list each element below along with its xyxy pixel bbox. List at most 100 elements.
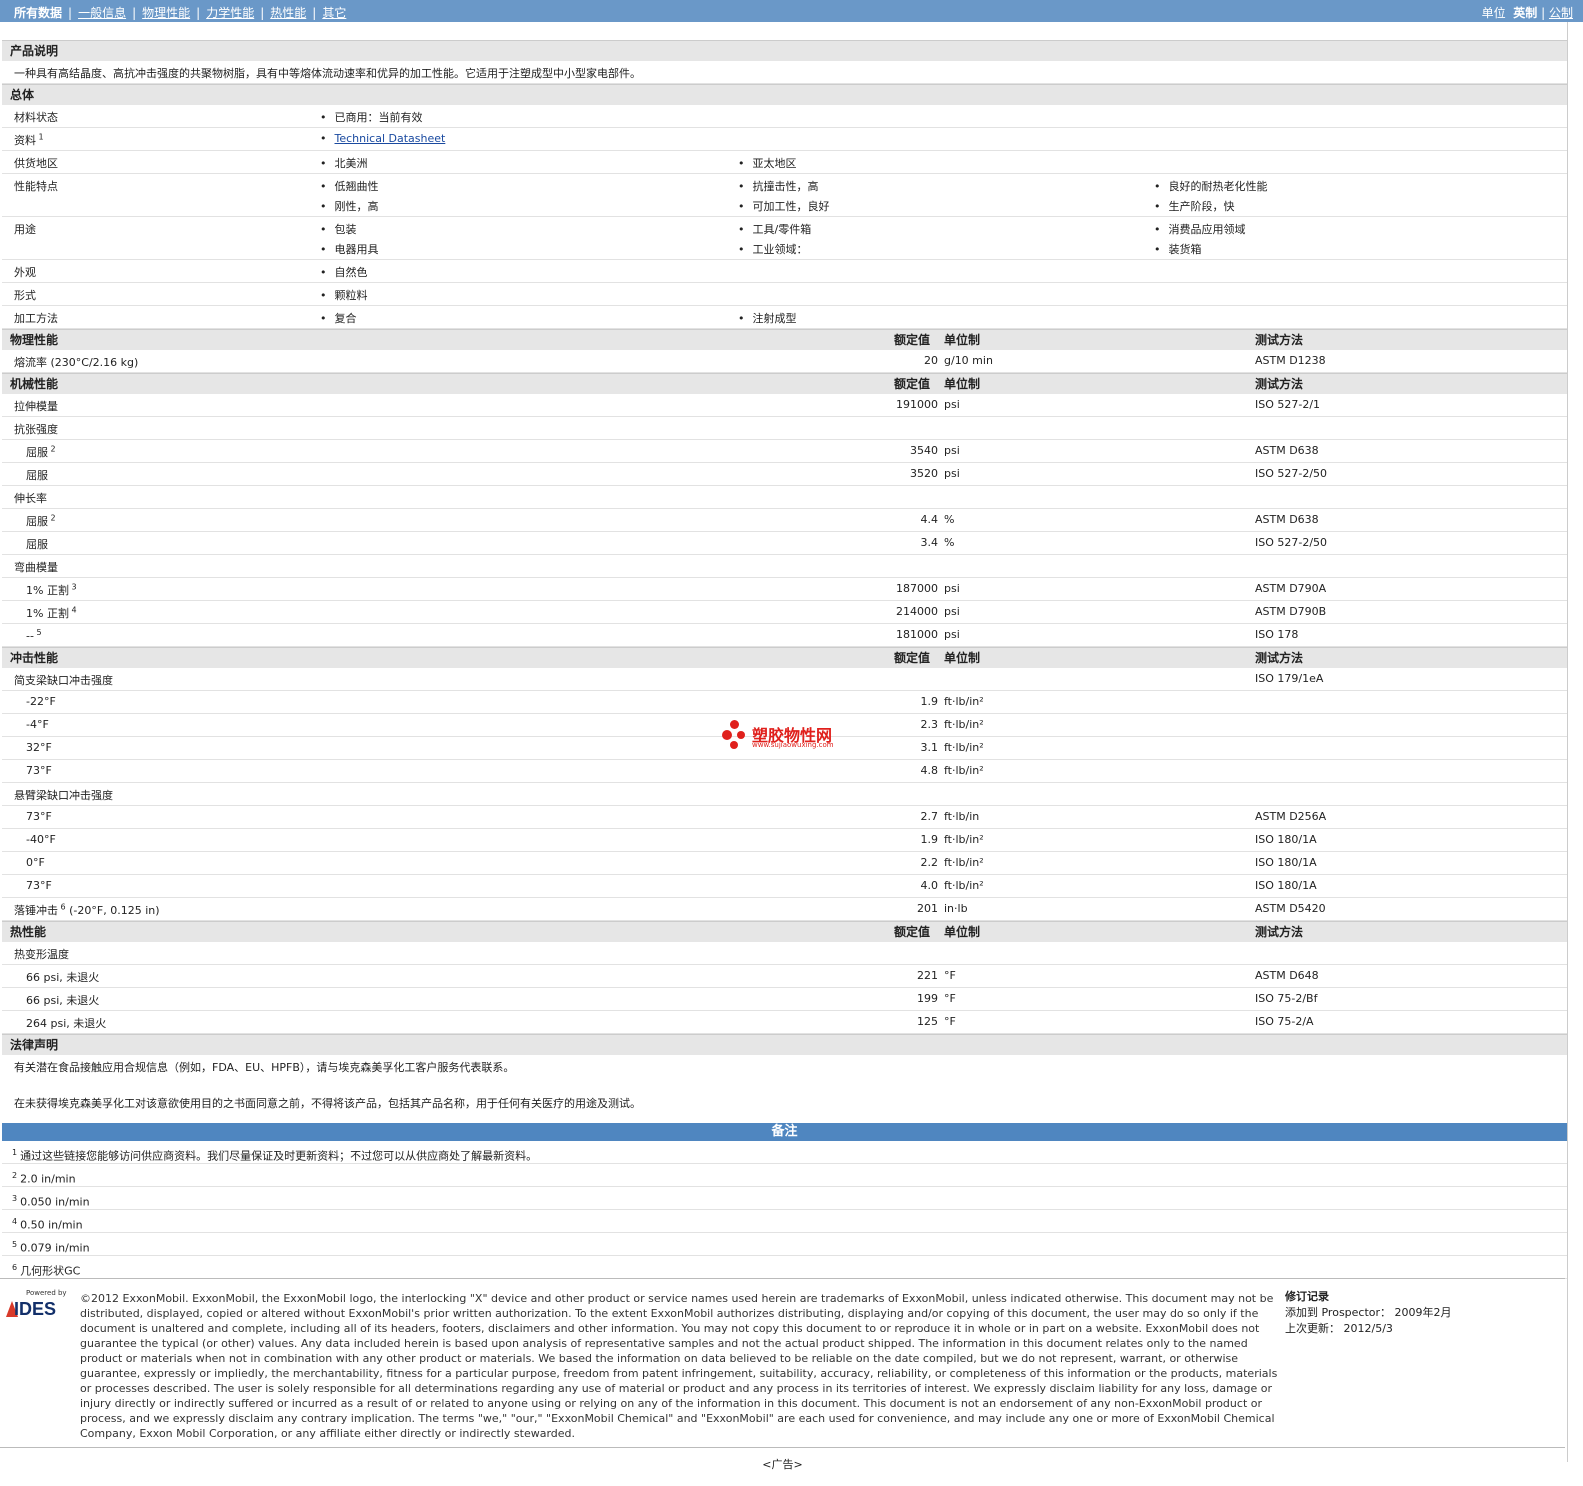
general-row: 资料 1 Technical Datasheet <box>2 128 1567 151</box>
property-label: 热变形温度 <box>14 948 69 961</box>
unit-imperial[interactable]: 英制 <box>1513 6 1537 20</box>
property-row: 0°F 2.2 ft·lb/in² ISO 180/1A <box>2 852 1567 875</box>
section-general-title: 总体 <box>10 88 35 102</box>
top-nav-bar: 所有数据 | 一般信息 | 物理性能 | 力学性能 | 热性能 | 其它 单位 英制 | 公制 <box>0 0 1583 22</box>
header-rated: 额定值 <box>894 333 931 347</box>
test-method: ISO 75-2/Bf <box>1255 992 1318 1005</box>
note-item: 6 几何形状GC <box>2 1256 1567 1279</box>
section-description: 产品说明 <box>2 40 1567 61</box>
nav-thermal[interactable]: 热性能 <box>270 6 306 20</box>
test-method: ISO 180/1A <box>1255 833 1317 846</box>
note-number: 3 <box>12 1194 18 1203</box>
unit-switch: 单位 英制 | 公制 <box>1481 6 1573 20</box>
test-method: ISO 178 <box>1255 628 1299 641</box>
header-method: 测试方法 <box>1255 377 1304 391</box>
nav-mechanical[interactable]: 力学性能 <box>206 6 254 20</box>
section-description-title: 产品说明 <box>10 44 59 58</box>
property-label: -40°F <box>26 833 56 846</box>
revision-history: 修订记录 添加到 Prospector： 2009年2月 上次更新： 2012/… <box>1285 1290 1452 1335</box>
test-method: ISO 180/1A <box>1255 856 1317 869</box>
header-unit: 单位制 <box>944 651 981 665</box>
ad-label: <广告> <box>762 1458 803 1471</box>
property-label: 加工方法 <box>14 312 58 325</box>
unit-value: °F <box>944 1015 956 1028</box>
unit-value: ft·lb/in² <box>944 764 984 777</box>
bullet-item: 电器用具 <box>320 241 379 257</box>
property-row: 简支梁缺口冲击强度 ISO 179/1eA <box>2 668 1567 691</box>
unit-value: psi <box>944 444 960 457</box>
unit-value: ft·lb/in² <box>944 695 984 708</box>
watermark-url: www.sujiaowuxing.com <box>752 741 834 749</box>
nav-all-data[interactable]: 所有数据 <box>14 6 62 20</box>
header-rated: 额定值 <box>894 651 931 665</box>
property-row: 伸长率 <box>2 486 1567 509</box>
bullet-item: 自然色 <box>320 264 368 280</box>
bullet-item: 良好的耐热老化性能 <box>1154 178 1268 194</box>
header-unit: 单位制 <box>944 333 981 347</box>
rated-value: 4.0 <box>920 879 939 892</box>
property-label: 66 psi, 未退火 <box>26 971 100 984</box>
test-method: ISO 180/1A <box>1255 879 1317 892</box>
property-label: 供货地区 <box>14 157 58 170</box>
note-number: 4 <box>12 1217 18 1226</box>
note-number: 5 <box>12 1240 18 1249</box>
nav-general-info[interactable]: 一般信息 <box>78 6 126 20</box>
property-label: 弯曲模量 <box>14 561 58 574</box>
test-method: ASTM D1238 <box>1255 354 1326 367</box>
rated-value: 4.4 <box>920 513 939 526</box>
property-label: 材料状态 <box>14 111 58 124</box>
note-item: 5 0.079 in/min <box>2 1233 1567 1256</box>
property-label: 性能特点 <box>14 180 58 193</box>
property-row: 抗张强度 <box>2 417 1567 440</box>
nav-other[interactable]: 其它 <box>322 6 346 20</box>
header-method: 测试方法 <box>1255 651 1304 665</box>
property-label: 拉伸模量 <box>14 400 58 413</box>
datasheet-link[interactable]: Technical Datasheet <box>320 132 446 145</box>
note-item: 2 2.0 in/min <box>2 1164 1567 1187</box>
bullet-item: 颗粒料 <box>320 287 368 303</box>
property-row: 弯曲模量 <box>2 555 1567 578</box>
unit-value: g/10 min <box>944 354 993 367</box>
rated-value: 201 <box>917 902 938 915</box>
property-label: 资料 1 <box>14 132 44 147</box>
section-impact: 冲击性能 额定值 单位制 测试方法 <box>2 647 1567 668</box>
property-label: 264 psi, 未退火 <box>26 1017 107 1030</box>
bullet-item: 消费品应用领域 <box>1154 221 1246 237</box>
property-label: 屈服 <box>26 469 48 482</box>
section-legal-title: 法律声明 <box>10 1038 59 1052</box>
property-row: 热变形温度 <box>2 942 1567 965</box>
bullet-item: 包装 <box>320 221 357 237</box>
note-number: 2 <box>12 1171 18 1180</box>
property-label: 屈服 2 <box>26 444 56 459</box>
section-general: 总体 <box>2 84 1567 105</box>
data-nav: 所有数据 | 一般信息 | 物理性能 | 力学性能 | 热性能 | 其它 <box>14 6 347 20</box>
property-label: 屈服 <box>26 538 48 551</box>
section-mechanical: 机械性能 额定值 单位制 测试方法 <box>2 373 1567 394</box>
rated-value: 125 <box>917 1015 938 1028</box>
unit-value: ft·lb/in² <box>944 718 984 731</box>
unit-value: in·lb <box>944 902 968 915</box>
property-row: 屈服 2 4.4% ASTM D638 <box>2 509 1567 532</box>
property-label: 伸长率 <box>14 492 47 505</box>
general-row: 用途 包装电器用具 工具/零件箱工业领域： 消费品应用领域装货箱 <box>2 217 1567 260</box>
nav-physical[interactable]: 物理性能 <box>142 6 190 20</box>
unit-metric[interactable]: 公制 <box>1549 6 1573 20</box>
legal-p2: 在未获得埃克森美孚化工对该意欲使用目的之书面同意之前，不得将该产品，包括其产品名… <box>14 1097 641 1110</box>
notes-header: 备注 <box>2 1123 1567 1141</box>
test-method: ASTM D5420 <box>1255 902 1326 915</box>
property-label: 0°F <box>26 856 45 869</box>
technical-datasheet-link[interactable]: Technical Datasheet <box>335 132 446 145</box>
test-method: ASTM D790B <box>1255 605 1327 618</box>
general-row: 供货地区 北美洲 亚太地区 <box>2 151 1567 174</box>
bullet-item: 工业领域： <box>738 241 808 257</box>
unit-value: % <box>944 536 955 549</box>
test-method: ISO 527-2/50 <box>1255 467 1328 480</box>
section-physical: 物理性能 额定值 单位制 测试方法 <box>2 329 1567 350</box>
test-method: ISO 75-2/A <box>1255 1015 1314 1028</box>
property-row: 66 psi, 未退火 221 °F ASTM D648 <box>2 965 1567 988</box>
rated-value: 2.2 <box>920 856 939 869</box>
property-row: 1% 正割 3 187000 psi ASTM D790A <box>2 578 1567 601</box>
footnote-ref: 2 <box>48 444 56 454</box>
note-number: 6 <box>12 1263 18 1272</box>
unit-value: ft·lb/in² <box>944 879 984 892</box>
